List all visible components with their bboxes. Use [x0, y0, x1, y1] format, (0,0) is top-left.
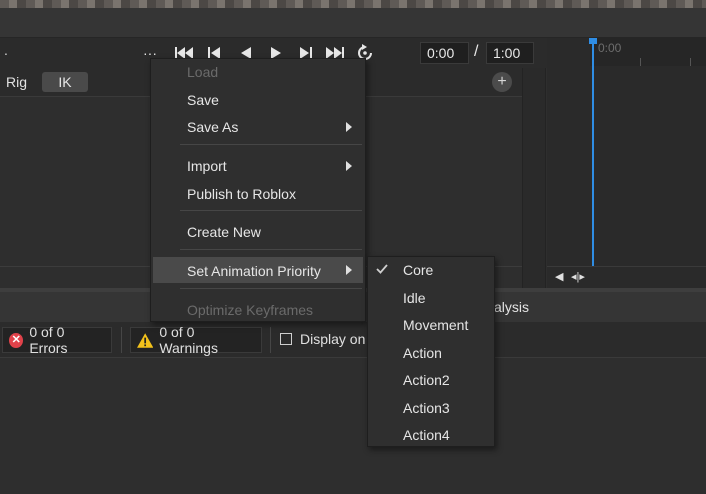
priority-item-action3[interactable]: Action3 — [403, 400, 450, 416]
analysis-tab[interactable]: alysis — [494, 299, 529, 315]
priority-item-action[interactable]: Action — [403, 345, 442, 361]
warning-icon — [137, 332, 154, 348]
status-separator — [270, 327, 271, 353]
warnings-button[interactable]: 0 of 0 Warnings — [130, 324, 262, 356]
total-time-field[interactable]: 1:00 — [486, 42, 534, 64]
background-strip — [0, 0, 706, 8]
priority-item-core[interactable]: Core — [403, 262, 433, 278]
menu-item-import[interactable]: Import — [187, 158, 227, 174]
add-track-button[interactable]: + — [492, 72, 512, 92]
output-area — [0, 359, 706, 494]
menu-separator — [180, 288, 362, 289]
priority-item-action2[interactable]: Action2 — [403, 372, 450, 388]
submenu-arrow-icon — [346, 161, 352, 171]
errors-button[interactable]: ✕ 0 of 0 Errors — [2, 324, 112, 356]
title-bar — [0, 8, 706, 38]
menu-separator — [180, 210, 362, 211]
status-separator — [121, 327, 122, 353]
playhead-handle[interactable] — [589, 38, 597, 44]
panel-divider[interactable] — [522, 68, 546, 288]
display-label: Display on — [300, 331, 366, 347]
priority-item-idle[interactable]: Idle — [403, 290, 426, 306]
submenu-arrow-icon — [346, 265, 352, 275]
menu-separator — [180, 144, 362, 145]
menu-item-load[interactable]: Load — [187, 64, 218, 80]
ruler-tick — [640, 58, 641, 66]
timeline-panel[interactable] — [547, 38, 706, 288]
scroll-left-icon[interactable]: ◀ — [555, 270, 563, 283]
warnings-label: 0 of 0 Warnings — [159, 324, 218, 356]
rig-tab[interactable]: Rig — [6, 74, 27, 90]
zoom-handle-icon[interactable]: ◂|▸ — [571, 270, 585, 283]
menu-item-save-as[interactable]: Save As — [187, 119, 238, 135]
ruler-tick — [690, 58, 691, 66]
errors-label: 0 of 0 Errors — [29, 324, 68, 356]
ik-button[interactable]: IK — [42, 72, 88, 92]
menu-item-set-priority[interactable]: Set Animation Priority — [187, 263, 321, 279]
menu-separator — [180, 249, 362, 250]
priority-item-action4[interactable]: Action4 — [403, 427, 450, 443]
priority-item-movement[interactable]: Movement — [403, 317, 468, 333]
menu-item-optimize[interactable]: Optimize Keyframes — [187, 302, 313, 318]
error-icon: ✕ — [9, 332, 24, 348]
time-separator: / — [474, 43, 479, 60]
ruler-time-label: 0:00 — [598, 41, 622, 55]
current-time-field[interactable]: 0:00 — [420, 42, 469, 64]
toolbar-dot: . — [4, 42, 8, 58]
check-icon — [376, 264, 388, 274]
menu-item-publish[interactable]: Publish to Roblox — [187, 186, 296, 202]
menu-item-save[interactable]: Save — [187, 92, 219, 108]
menu-item-create-new[interactable]: Create New — [187, 224, 261, 240]
submenu-arrow-icon — [346, 122, 352, 132]
display-checkbox[interactable] — [280, 333, 292, 345]
playhead-line[interactable] — [592, 42, 594, 266]
